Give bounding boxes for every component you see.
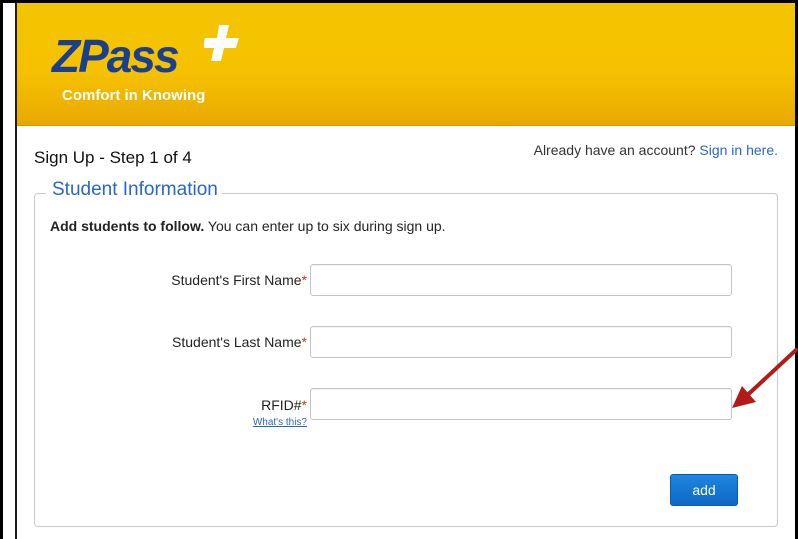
arrow-icon <box>732 348 798 408</box>
last-name-label-text: Student's Last Name <box>172 334 302 350</box>
section-intro: Add students to follow. You can enter up… <box>50 218 446 234</box>
first-name-input[interactable] <box>310 264 732 296</box>
first-name-label-text: Student's First Name <box>171 272 302 288</box>
rfid-label-text: RFID# <box>261 397 302 413</box>
intro-bold: Add students to follow. <box>50 218 205 234</box>
account-prompt-text: Already have an account? <box>533 142 696 158</box>
last-name-label: Student's Last Name* <box>172 334 307 350</box>
logo-tagline: Comfort in Knowing <box>62 87 206 104</box>
first-name-label: Student's First Name* <box>171 272 307 288</box>
plus-icon <box>204 25 239 61</box>
logo-text: ZPass <box>52 30 180 82</box>
sign-in-link[interactable]: Sign in here. <box>699 142 778 158</box>
rfid-label: RFID#* <box>261 397 307 413</box>
intro-rest: You can enter up to six during sign up. <box>204 218 446 234</box>
whats-this-link[interactable]: What's this? <box>253 417 307 428</box>
account-prompt: Already have an account? Sign in here. <box>534 142 778 158</box>
required-mark: * <box>301 272 307 288</box>
page-title: Sign Up - Step 1 of 4 <box>34 148 192 167</box>
add-button[interactable]: add <box>670 474 738 506</box>
required-mark: * <box>301 397 307 413</box>
site-header: ZPass Comfort in Knowing <box>17 3 795 126</box>
last-name-input[interactable] <box>310 326 732 358</box>
rfid-input[interactable] <box>310 388 732 420</box>
required-mark: * <box>301 334 307 350</box>
student-information-fieldset <box>34 193 778 527</box>
section-legend: Student Information <box>46 178 222 202</box>
